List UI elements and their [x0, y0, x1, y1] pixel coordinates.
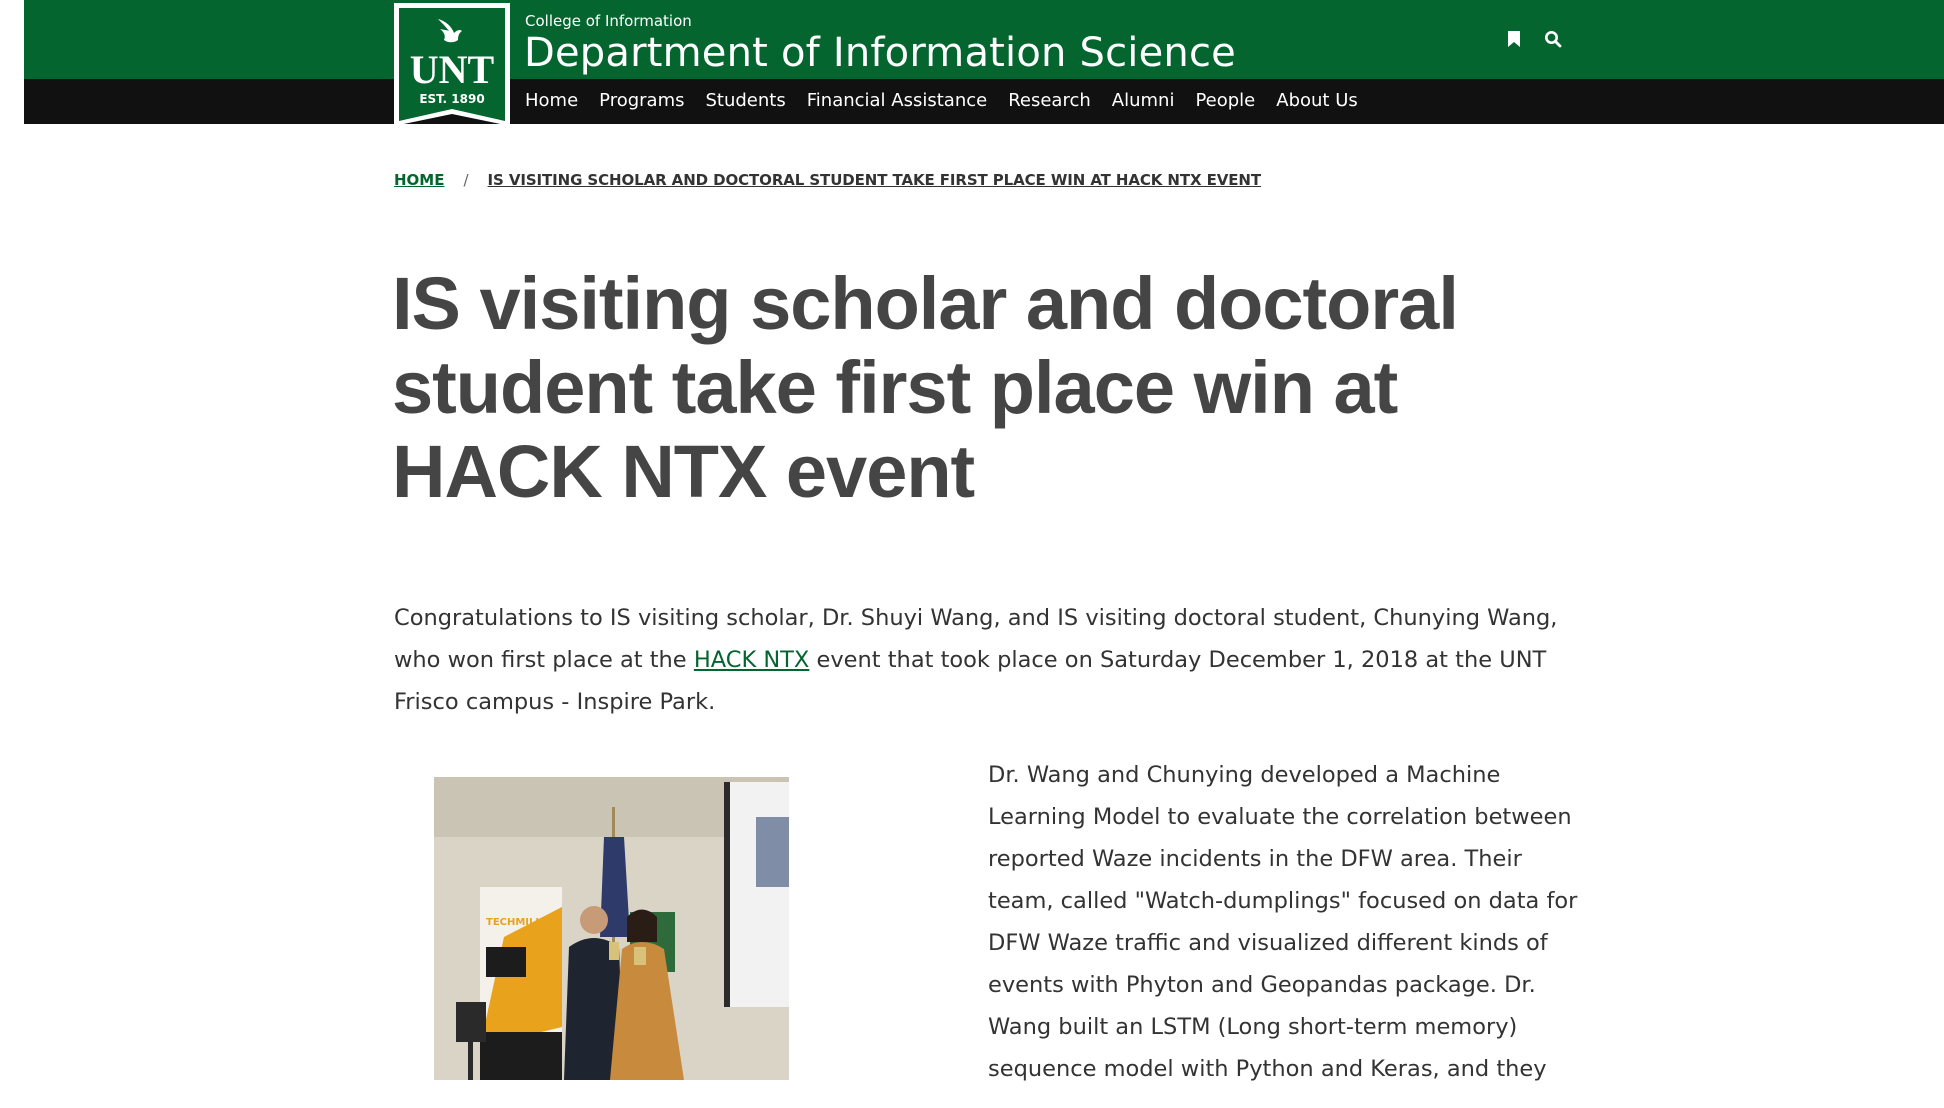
logo-est: EST. 1890 — [419, 92, 484, 106]
hack-ntx-link[interactable]: HACK NTX — [694, 647, 810, 673]
breadcrumb-current-page[interactable]: IS VISITING SCHOLAR AND DOCTORAL STUDENT… — [488, 171, 1262, 189]
banner-title: TECHMILL — [486, 917, 542, 928]
breadcrumb-home-link[interactable]: HOME — [394, 171, 444, 189]
article-body: Dr. Wang and Chunying developed a Machin… — [988, 762, 1578, 1082]
breadcrumb-separator: / — [463, 171, 469, 189]
nav-home[interactable]: Home — [525, 89, 578, 113]
college-name[interactable]: College of Information — [525, 12, 692, 30]
nav-students[interactable]: Students — [705, 89, 785, 113]
unt-shield-logo: UNT EST. 1890 — [394, 3, 510, 126]
article-intro: Congratulations to IS visiting scholar, … — [394, 597, 1594, 723]
main-nav: Home Programs Students Financial Assista… — [525, 89, 1379, 113]
logo-wordmark: UNT — [410, 47, 495, 92]
nav-alumni[interactable]: Alumni — [1112, 89, 1175, 113]
department-title[interactable]: Department of Information Science — [524, 30, 1236, 76]
bookmark-icon[interactable] — [1503, 28, 1525, 50]
search-icon[interactable] — [1542, 28, 1564, 50]
nav-financial-assistance[interactable]: Financial Assistance — [807, 89, 987, 113]
nav-about-us[interactable]: About Us — [1276, 89, 1358, 113]
nav-people[interactable]: People — [1195, 89, 1255, 113]
event-photo: TECHMILL — [434, 777, 789, 1080]
article-title: IS visiting scholar and doctoral student… — [392, 262, 1459, 513]
nav-research[interactable]: Research — [1008, 89, 1091, 113]
breadcrumb: HOME / IS VISITING SCHOLAR AND DOCTORAL … — [394, 171, 1261, 189]
left-margin — [0, 0, 24, 1108]
nav-programs[interactable]: Programs — [599, 89, 684, 113]
unt-logo[interactable]: UNT EST. 1890 — [394, 3, 510, 133]
